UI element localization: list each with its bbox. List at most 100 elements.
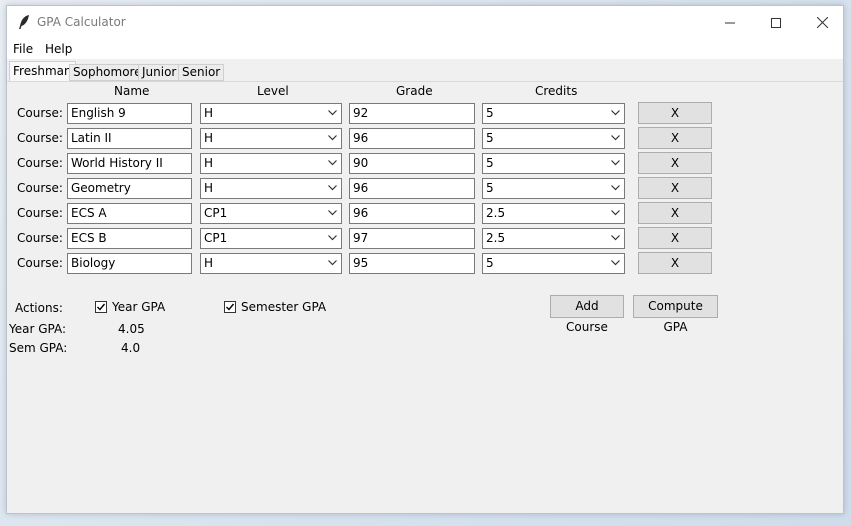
year-gpa-value: 4.05 — [118, 322, 145, 336]
tab-sophomore[interactable]: Sophomore — [69, 64, 146, 81]
chevron-down-icon — [611, 135, 620, 141]
remove-course-button[interactable]: X — [638, 227, 712, 249]
chevron-down-icon — [611, 210, 620, 216]
menu-help[interactable]: Help — [45, 42, 72, 56]
course-label: Course: — [17, 131, 63, 145]
menu-bar: File Help — [7, 39, 843, 59]
course-label: Course: — [17, 181, 63, 195]
course-grade-input[interactable]: 90 — [349, 153, 475, 174]
minimize-button[interactable] — [707, 6, 753, 39]
chevron-down-icon — [611, 185, 620, 191]
course-credits-select[interactable]: 5 — [482, 178, 625, 199]
chevron-down-icon — [611, 160, 620, 166]
course-label: Course: — [17, 106, 63, 120]
tab-freshman[interactable]: Freshman — [9, 61, 76, 82]
semester-gpa-checkbox-box[interactable] — [224, 301, 236, 313]
course-level-value: H — [204, 131, 214, 145]
course-name-input[interactable]: English 9 — [67, 103, 192, 124]
course-credits-value: 5 — [486, 131, 494, 145]
course-level-select[interactable]: H — [200, 103, 342, 124]
chevron-down-icon — [328, 160, 337, 166]
compute-gpa-button[interactable]: Compute GPA — [633, 295, 718, 334]
year-gpa-checkbox[interactable]: Year GPA — [95, 300, 165, 314]
course-credits-value: 5 — [486, 106, 494, 120]
title-bar: GPA Calculator — [7, 6, 843, 39]
course-grade-input[interactable]: 96 — [349, 203, 475, 224]
course-grade-input[interactable]: 92 — [349, 103, 475, 124]
chevron-down-icon — [328, 185, 337, 191]
course-credits-select[interactable]: 2.5 — [482, 203, 625, 224]
chevron-down-icon — [611, 110, 620, 116]
course-label: Course: — [17, 156, 63, 170]
tab-senior[interactable]: Senior — [178, 64, 225, 81]
year-gpa-checkbox-label: Year GPA — [112, 300, 166, 314]
course-credits-value: 5 — [486, 156, 494, 170]
course-name-input[interactable]: World History II — [67, 153, 192, 174]
minimize-icon — [725, 22, 735, 23]
tab-junior[interactable]: Junior — [138, 64, 181, 81]
year-gpa-checkbox-box[interactable] — [95, 301, 107, 313]
course-grade-input[interactable]: 95 — [349, 253, 475, 274]
course-level-select[interactable]: H — [200, 128, 342, 149]
sem-gpa-value: 4.0 — [121, 341, 141, 355]
window-title: GPA Calculator — [37, 15, 126, 29]
course-grade-input[interactable]: 96 — [349, 128, 475, 149]
maximize-icon — [771, 17, 781, 28]
course-credits-select[interactable]: 5 — [482, 153, 625, 174]
chevron-down-icon — [328, 210, 337, 216]
chevron-down-icon — [611, 235, 620, 241]
add-course-button[interactable]: Add Course — [550, 295, 624, 334]
course-level-value: H — [204, 256, 214, 270]
course-grade-input[interactable]: 97 — [349, 228, 475, 249]
column-header-name: Name — [114, 84, 150, 98]
semester-gpa-checkbox[interactable]: Semester GPA — [224, 300, 326, 314]
checkmark-icon — [97, 303, 106, 311]
course-credits-select[interactable]: 5 — [482, 103, 625, 124]
course-credits-select[interactable]: 2.5 — [482, 228, 625, 249]
course-level-value: H — [204, 181, 214, 195]
remove-course-button[interactable]: X — [638, 202, 712, 224]
chevron-down-icon — [328, 260, 337, 266]
course-credits-value: 5 — [486, 256, 494, 270]
course-level-select[interactable]: H — [200, 178, 342, 199]
course-name-input[interactable]: Geometry — [67, 178, 192, 199]
remove-course-button[interactable]: X — [638, 152, 712, 174]
remove-course-button[interactable]: X — [638, 102, 712, 124]
course-name-input[interactable]: Latin II — [67, 128, 192, 149]
course-credits-select[interactable]: 5 — [482, 253, 625, 274]
course-credits-select[interactable]: 5 — [482, 128, 625, 149]
sem-gpa-label: Sem GPA: — [9, 341, 68, 355]
remove-course-button[interactable]: X — [638, 127, 712, 149]
course-label: Course: — [17, 256, 63, 270]
course-name-input[interactable]: ECS B — [67, 228, 192, 249]
feather-icon — [19, 15, 29, 29]
course-name-input[interactable]: Biology — [67, 253, 192, 274]
course-level-select[interactable]: CP1 — [200, 203, 342, 224]
close-button[interactable] — [799, 6, 845, 39]
column-header-level: Level — [257, 84, 289, 98]
chevron-down-icon — [328, 235, 337, 241]
course-credits-value: 5 — [486, 181, 494, 195]
course-level-select[interactable]: H — [200, 253, 342, 274]
actions-label: Actions: — [15, 301, 63, 315]
column-header-grade: Grade — [396, 84, 433, 98]
chevron-down-icon — [328, 135, 337, 141]
course-credits-value: 2.5 — [486, 206, 506, 220]
course-grade-input[interactable]: 96 — [349, 178, 475, 199]
course-credits-value: 2.5 — [486, 231, 506, 245]
course-label: Course: — [17, 206, 63, 220]
maximize-button[interactable] — [753, 6, 799, 39]
year-gpa-label: Year GPA: — [9, 322, 67, 336]
tab-divider — [7, 81, 843, 82]
menu-file[interactable]: File — [13, 42, 33, 56]
course-level-select[interactable]: H — [200, 153, 342, 174]
app-window: GPA Calculator File Help Freshman Sophom… — [6, 5, 844, 514]
remove-course-button[interactable]: X — [638, 177, 712, 199]
course-level-value: H — [204, 106, 214, 120]
remove-course-button[interactable]: X — [638, 252, 712, 274]
chevron-down-icon — [611, 260, 620, 266]
course-level-select[interactable]: CP1 — [200, 228, 342, 249]
column-header-credits: Credits — [535, 84, 578, 98]
course-label: Course: — [17, 231, 63, 245]
course-name-input[interactable]: ECS A — [67, 203, 192, 224]
